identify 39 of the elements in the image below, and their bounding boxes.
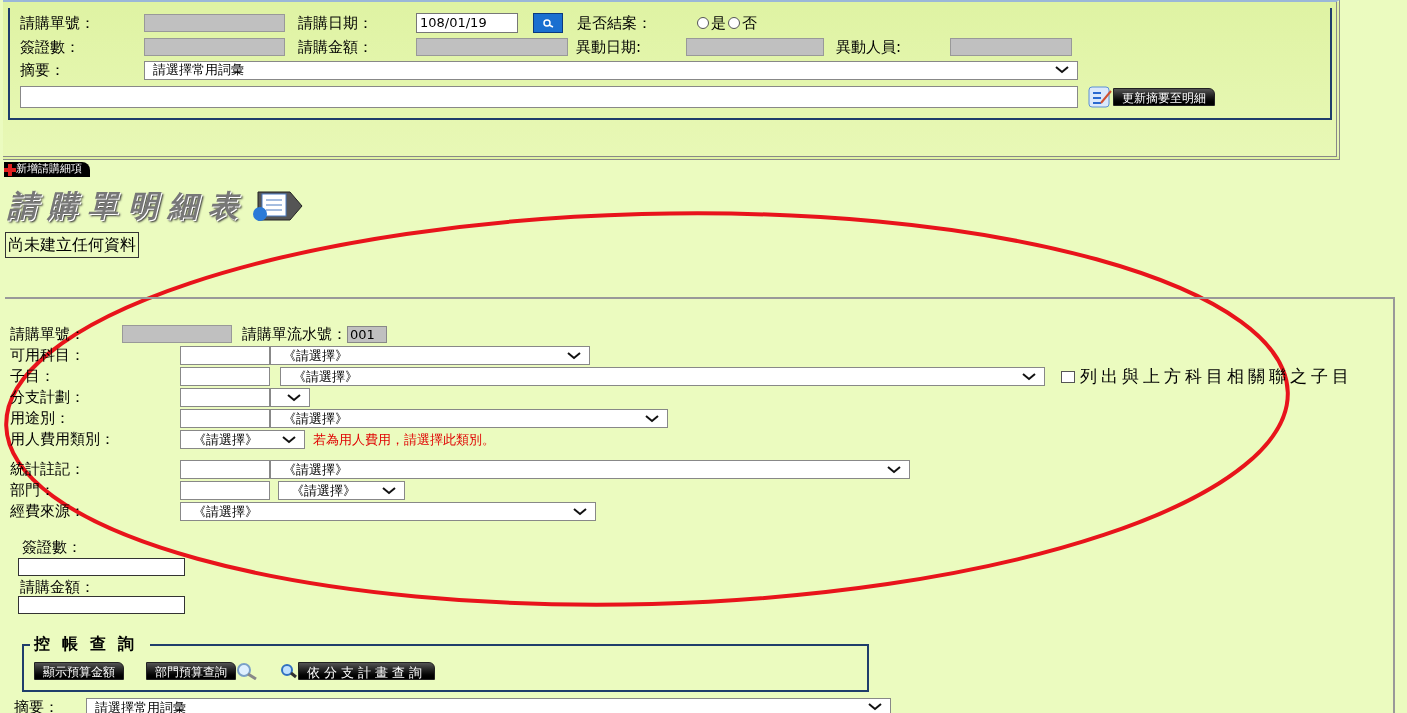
field-label: 請購金額： — [298, 36, 374, 58]
field-label: 部門： — [10, 480, 56, 502]
add-item-button[interactable]: 新增請購細項 — [4, 162, 90, 177]
field-label: 異動日期: — [576, 36, 643, 58]
budget-query-button[interactable]: 依分支計畫查詢 — [298, 662, 435, 680]
field-label: 用人費用類別： — [10, 429, 116, 451]
radio-label: 否 — [742, 12, 757, 34]
dropdown[interactable]: 《請選擇》 — [270, 460, 910, 479]
field-label: 簽證數： — [22, 537, 83, 558]
field-label: 經費來源： — [10, 501, 86, 523]
field-label: 請購日期： — [298, 12, 374, 34]
update-summary-button[interactable]: 更新摘要至明細 — [1113, 88, 1215, 106]
hint-text: 若為用人費用，請選擇此類別。 — [313, 430, 495, 449]
radio-label: 是 — [711, 12, 726, 34]
dropdown[interactable]: 《請選擇》 — [278, 481, 405, 500]
field-label: 用途別： — [10, 408, 71, 430]
budget-query-button[interactable]: 部門預算查詢 — [146, 662, 236, 680]
serial-number-field[interactable]: 001 — [347, 325, 387, 343]
budget-query-button[interactable]: 顯示預算金額 — [34, 662, 124, 680]
empty-state-message: 尚未建立任何資料 — [5, 232, 139, 258]
summary-dropdown[interactable]: 請選擇常用詞彙 — [144, 60, 1078, 80]
summary-dropdown[interactable]: 請選擇常用詞彙 — [86, 697, 891, 713]
dropdown[interactable]: 《請選擇》 — [270, 409, 668, 428]
field-label: 請購單號： — [20, 12, 96, 34]
section-title: 請購單明細表 — [8, 187, 248, 225]
field-label: 簽證數： — [20, 36, 81, 58]
dropdown[interactable]: 《請選擇》 — [280, 367, 1045, 386]
field-label: 異動人員: — [836, 36, 903, 58]
field-label: 請購金額： — [20, 577, 96, 596]
dropdown[interactable]: 《請選擇》 — [180, 502, 596, 521]
field-label: 子目： — [10, 366, 56, 388]
field-label: 請購單流水號： — [242, 323, 347, 345]
field-label: 是否結案： — [577, 12, 653, 34]
field-label: 請購單號： — [10, 323, 86, 345]
dropdown[interactable]: 《請選擇》 — [180, 430, 305, 449]
field-label: 摘要： — [20, 59, 66, 81]
dropdown[interactable]: 《請選擇》 — [270, 346, 590, 365]
date-input[interactable]: 108/01/19 — [416, 13, 518, 33]
field-label: 統計註記： — [10, 459, 86, 481]
